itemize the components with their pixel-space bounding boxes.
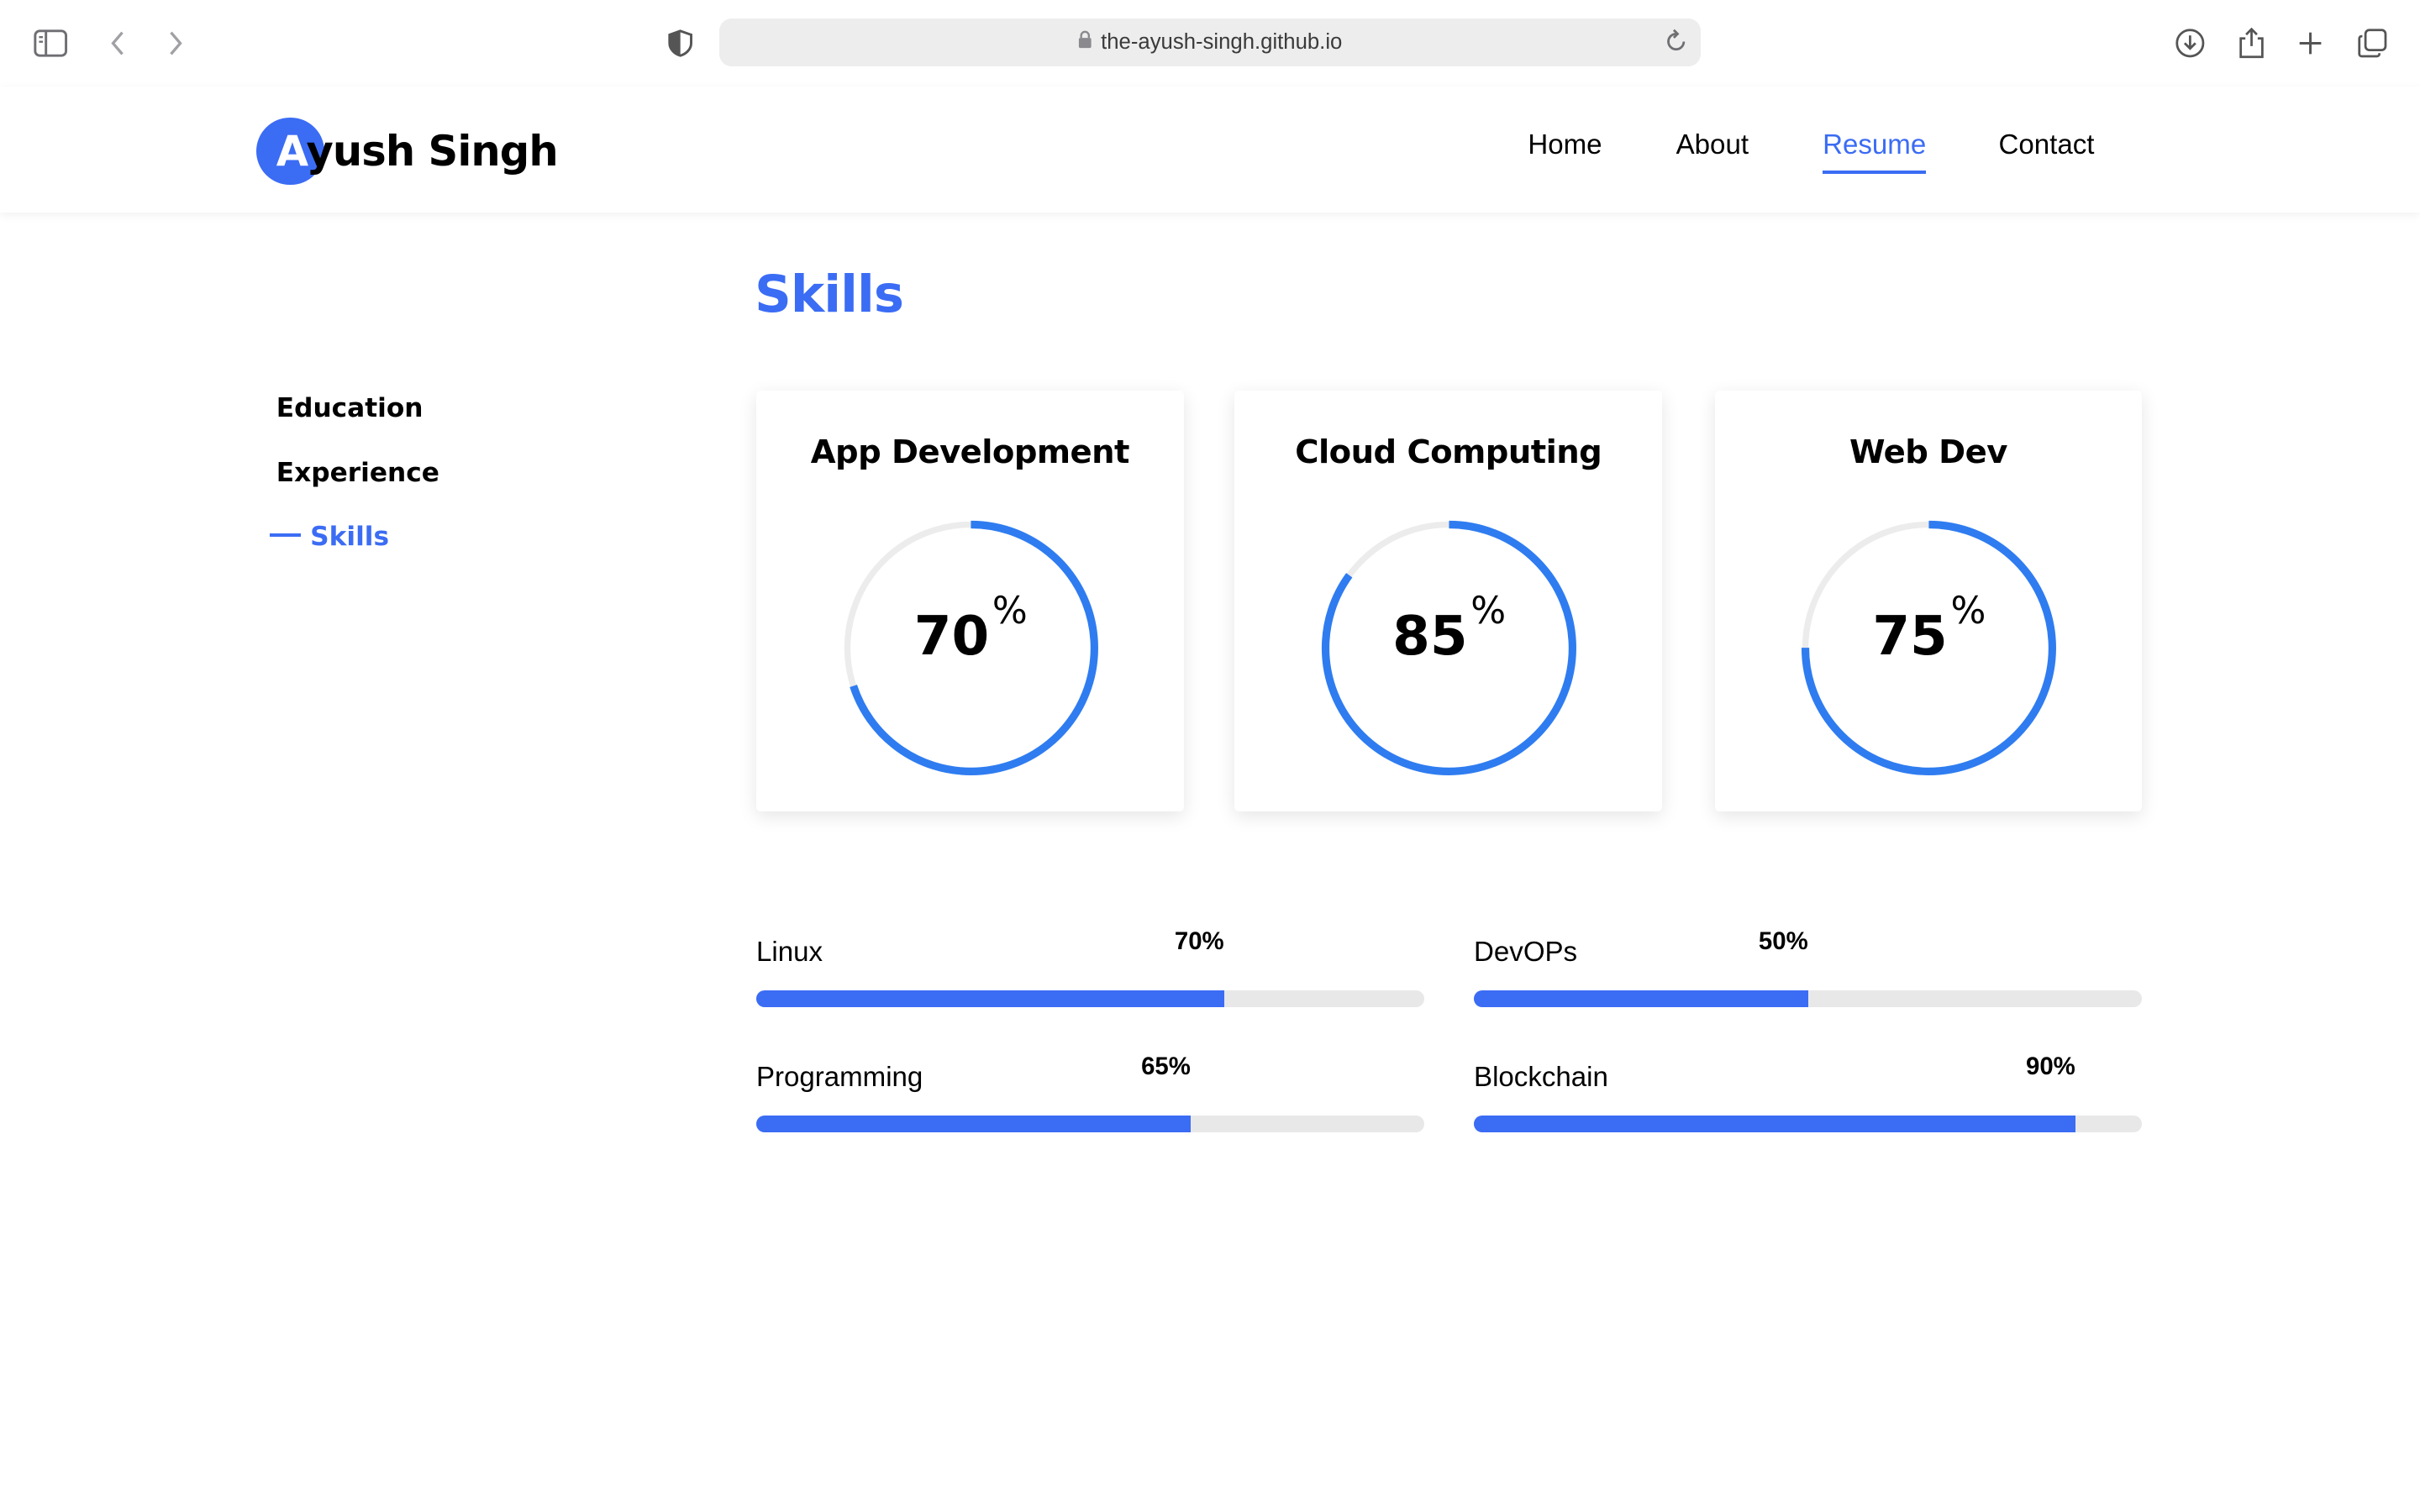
skill-bar-percent: 90% [2026, 1052, 2075, 1080]
skill-bar: Blockchain 90% [1474, 1052, 2143, 1145]
logo-initial: A [276, 126, 308, 176]
ring-unit: % [992, 589, 1028, 633]
skill-card: App Development 70% [755, 390, 1184, 812]
forward-icon[interactable] [155, 22, 197, 65]
skill-bar: DevOPs 50% [1474, 927, 2143, 1020]
skill-bar-percent: 70% [1174, 927, 1224, 955]
skill-card: Web Dev 75% [1714, 390, 2143, 812]
progress-ring-value: 85% [1321, 590, 1577, 668]
address-bar[interactable]: the-ayush-singh.github.io [718, 18, 1702, 66]
skill-card-title: Web Dev [1849, 433, 2007, 472]
skill-bar-fill [755, 1115, 1191, 1133]
skill-bar-label: Programming [755, 1061, 923, 1093]
logo-name: yush Singh [306, 126, 558, 176]
skill-bar-track [755, 1115, 1425, 1133]
skill-bar-fill [1474, 990, 1808, 1008]
skill-bar-track [755, 990, 1425, 1008]
skill-bar-label: Blockchain [1474, 1061, 1608, 1093]
tab-overview-icon[interactable] [2350, 22, 2393, 65]
skill-card-title: Cloud Computing [1295, 433, 1602, 472]
skill-card: Cloud Computing 85% [1234, 390, 1663, 812]
progress-ring: 85% [1321, 520, 1577, 776]
skill-bar: Linux 70% [755, 927, 1425, 1020]
nav-home[interactable]: Home [1528, 129, 1602, 161]
skill-bar-track [1474, 990, 2143, 1008]
skill-card-title: App Development [810, 433, 1130, 472]
side-nav-skills[interactable]: Skills [270, 522, 389, 552]
back-icon[interactable] [96, 22, 139, 65]
side-nav-skills-label: Skills [310, 521, 390, 552]
skill-bar-label: Linux [755, 936, 823, 968]
skill-bar: Programming 65% [755, 1052, 1425, 1145]
site-header: Ayush Singh Home About Resume Contact [0, 86, 2420, 213]
progress-ring: 75% [1801, 520, 2057, 776]
progress-ring-value: 75% [1801, 590, 2057, 668]
progress-ring: 70% [843, 520, 1099, 776]
active-dash [270, 533, 302, 537]
browser-toolbar: the-ayush-singh.github.io [0, 0, 2420, 87]
skill-bar-fill [755, 990, 1224, 1008]
logo-text: Ayush Singh [256, 126, 559, 176]
skill-bar-percent: 50% [1758, 927, 1808, 955]
skill-bar-fill [1474, 1115, 2075, 1133]
ring-unit: % [1950, 589, 1986, 633]
skill-bar-label: DevOPs [1474, 936, 1578, 968]
skill-bar-percent: 65% [1141, 1052, 1191, 1080]
ring-number: 70 [913, 604, 990, 668]
new-tab-icon[interactable] [2289, 22, 2332, 65]
site-logo[interactable]: Ayush Singh [255, 117, 559, 186]
nav-contact[interactable]: Contact [1999, 129, 2095, 161]
ring-number: 75 [1872, 604, 1948, 668]
sidebar-toggle-icon[interactable] [29, 22, 72, 65]
share-icon[interactable] [2230, 22, 2273, 65]
lock-icon [1078, 30, 1092, 55]
side-nav-education[interactable]: Education [276, 393, 424, 423]
section-title: Skills [755, 265, 904, 324]
nav-about[interactable]: About [1676, 129, 1749, 161]
side-nav-experience[interactable]: Experience [276, 458, 439, 488]
url-text: the-ayush-singh.github.io [1101, 30, 1343, 54]
privacy-shield-icon[interactable] [659, 22, 702, 65]
skill-bar-track [1474, 1115, 2143, 1133]
progress-ring-value: 70% [843, 590, 1099, 668]
nav-resume[interactable]: Resume [1823, 129, 1927, 174]
downloads-icon[interactable] [2169, 22, 2212, 65]
reload-icon[interactable] [1664, 28, 1688, 61]
ring-number: 85 [1392, 604, 1468, 668]
ring-unit: % [1470, 589, 1507, 633]
